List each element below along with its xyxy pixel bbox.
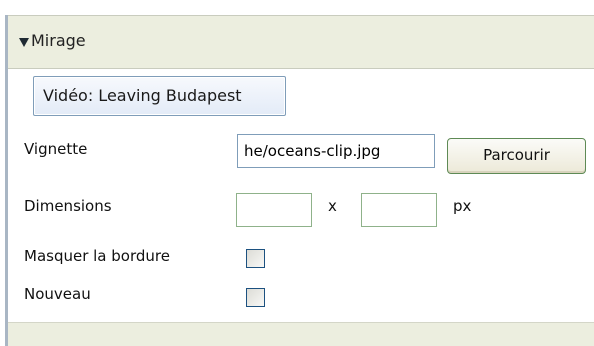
panel-footer	[8, 322, 594, 346]
thumbnail-path-input[interactable]: he/oceans-clip.jpg	[237, 134, 435, 168]
hide-border-checkbox[interactable]	[246, 249, 265, 268]
new-window-checkbox[interactable]	[246, 288, 265, 307]
panel-header[interactable]	[8, 15, 594, 69]
height-input[interactable]	[361, 193, 437, 227]
mirage-panel: Mirage Vidéo: Leaving Budapest Vignette …	[0, 0, 594, 346]
browse-button[interactable]: Parcourir	[447, 138, 586, 174]
new-window-label: Nouveau	[24, 285, 91, 303]
thumbnail-label: Vignette	[24, 140, 88, 158]
collapse-triangle-icon[interactable]	[19, 38, 29, 47]
panel-title: Mirage	[31, 31, 86, 50]
hide-border-label: Masquer la bordure	[24, 247, 170, 265]
dimension-unit: px	[453, 197, 472, 215]
video-select-button[interactable]: Vidéo: Leaving Budapest	[33, 76, 286, 116]
width-input[interactable]	[236, 193, 312, 227]
dimension-separator: x	[328, 197, 337, 215]
dimensions-label: Dimensions	[24, 197, 112, 215]
